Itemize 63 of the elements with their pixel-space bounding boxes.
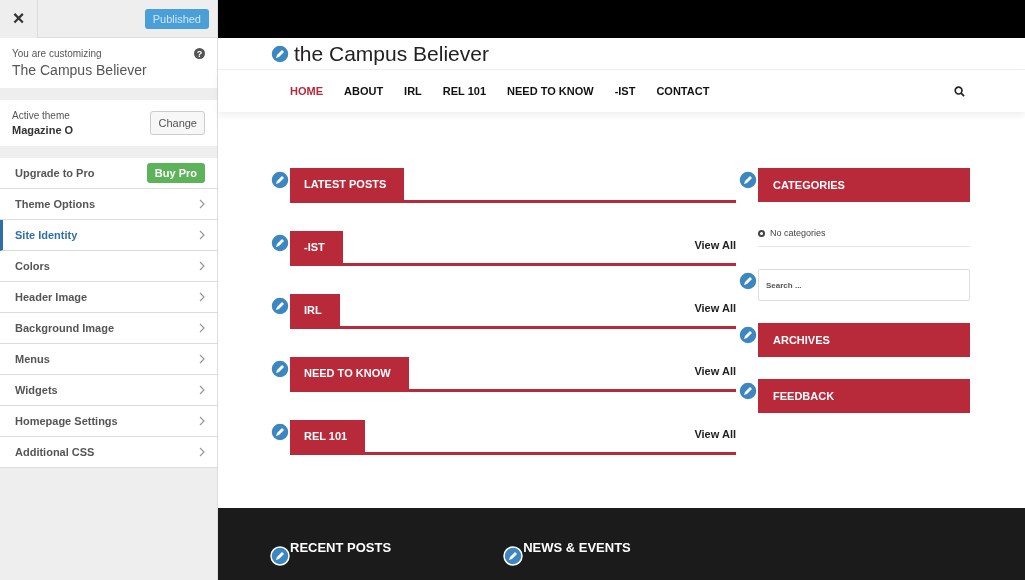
site-name: The Campus Believer	[12, 62, 147, 78]
bullet-icon	[758, 229, 765, 237]
widget-title: ARCHIVES	[758, 323, 970, 357]
upgrade-label: Upgrade to Pro	[15, 167, 95, 179]
menu-item-label: Additional CSS	[15, 446, 95, 458]
chevron-icon	[199, 230, 205, 240]
theme-name: Magazine O	[12, 124, 74, 136]
menu-item-label: Homepage Settings	[15, 415, 118, 427]
view-all-link[interactable]: View All	[694, 302, 736, 314]
menu-item[interactable]: Widgets	[0, 375, 217, 406]
menu-item[interactable]: Background Image	[0, 313, 217, 344]
chevron-icon	[199, 199, 205, 209]
nav-link[interactable]: IRL	[404, 85, 422, 97]
menu-item[interactable]: Site Identity	[0, 220, 217, 251]
nav-link[interactable]: NEED TO KNOW	[507, 85, 594, 97]
menu-item[interactable]: Homepage Settings	[0, 406, 217, 437]
section-title: LATEST POSTS	[290, 168, 405, 200]
menu-item-label: Colors	[15, 260, 50, 272]
menu-item-label: Site Identity	[15, 229, 78, 241]
menu-item[interactable]: Additional CSS	[0, 437, 217, 468]
customizing-label: You are customizing	[12, 48, 103, 59]
edit-pencil-icon[interactable]	[270, 546, 290, 566]
menu-item-label: Menus	[15, 353, 50, 365]
menu-item-label: Header Image	[15, 291, 88, 303]
nav-link[interactable]: HOME	[290, 85, 323, 97]
theme-label: Active theme	[12, 110, 71, 121]
menu-item-label: Theme Options	[15, 198, 96, 210]
section-title: -IST	[290, 231, 343, 263]
section-title: NEED TO KNOW	[290, 357, 409, 389]
site-logo[interactable]: the Campus Believer	[294, 41, 489, 66]
widget-title: CATEGORIES	[758, 168, 970, 202]
edit-pencil-icon[interactable]	[503, 546, 524, 566]
nav-link[interactable]: -IST	[614, 85, 636, 97]
view-all-link[interactable]: View All	[694, 428, 736, 440]
view-all-link[interactable]: View All	[694, 239, 736, 251]
menu-item-label: Widgets	[15, 384, 58, 396]
menu-item[interactable]: Header Image	[0, 282, 217, 313]
search-field[interactable]: Search ...	[758, 269, 970, 301]
chevron-icon	[199, 323, 205, 333]
view-all-link[interactable]: View All	[694, 365, 736, 377]
chevron-icon	[199, 385, 205, 395]
widget-title: FEEDBACK	[758, 379, 970, 413]
close-button[interactable]: ×	[0, 0, 38, 38]
chevron-icon	[199, 261, 205, 271]
menu-item-label: Background Image	[15, 322, 115, 334]
help-icon[interactable]: ?	[194, 48, 205, 59]
section-title: IRL	[290, 294, 340, 326]
footer-heading: RECENT POSTS	[290, 540, 392, 555]
chevron-icon	[199, 292, 205, 302]
menu-item[interactable]: Menus	[0, 344, 217, 375]
section-title: REL 101	[290, 420, 366, 452]
nav-link[interactable]: CONTACT	[656, 85, 710, 97]
search-icon[interactable]	[954, 85, 965, 97]
change-button[interactable]: Change	[150, 111, 205, 135]
nav-link[interactable]: ABOUT	[344, 85, 384, 97]
footer-heading: NEWS & EVENTS	[523, 540, 631, 555]
menu-item[interactable]: Theme Options	[0, 189, 217, 220]
nav-link[interactable]: REL 101	[442, 85, 487, 97]
chevron-icon	[199, 447, 205, 457]
menu-item[interactable]: Colors	[0, 251, 217, 282]
chevron-icon	[199, 416, 205, 426]
chevron-icon	[199, 354, 205, 364]
category-text: No categories	[770, 228, 826, 238]
